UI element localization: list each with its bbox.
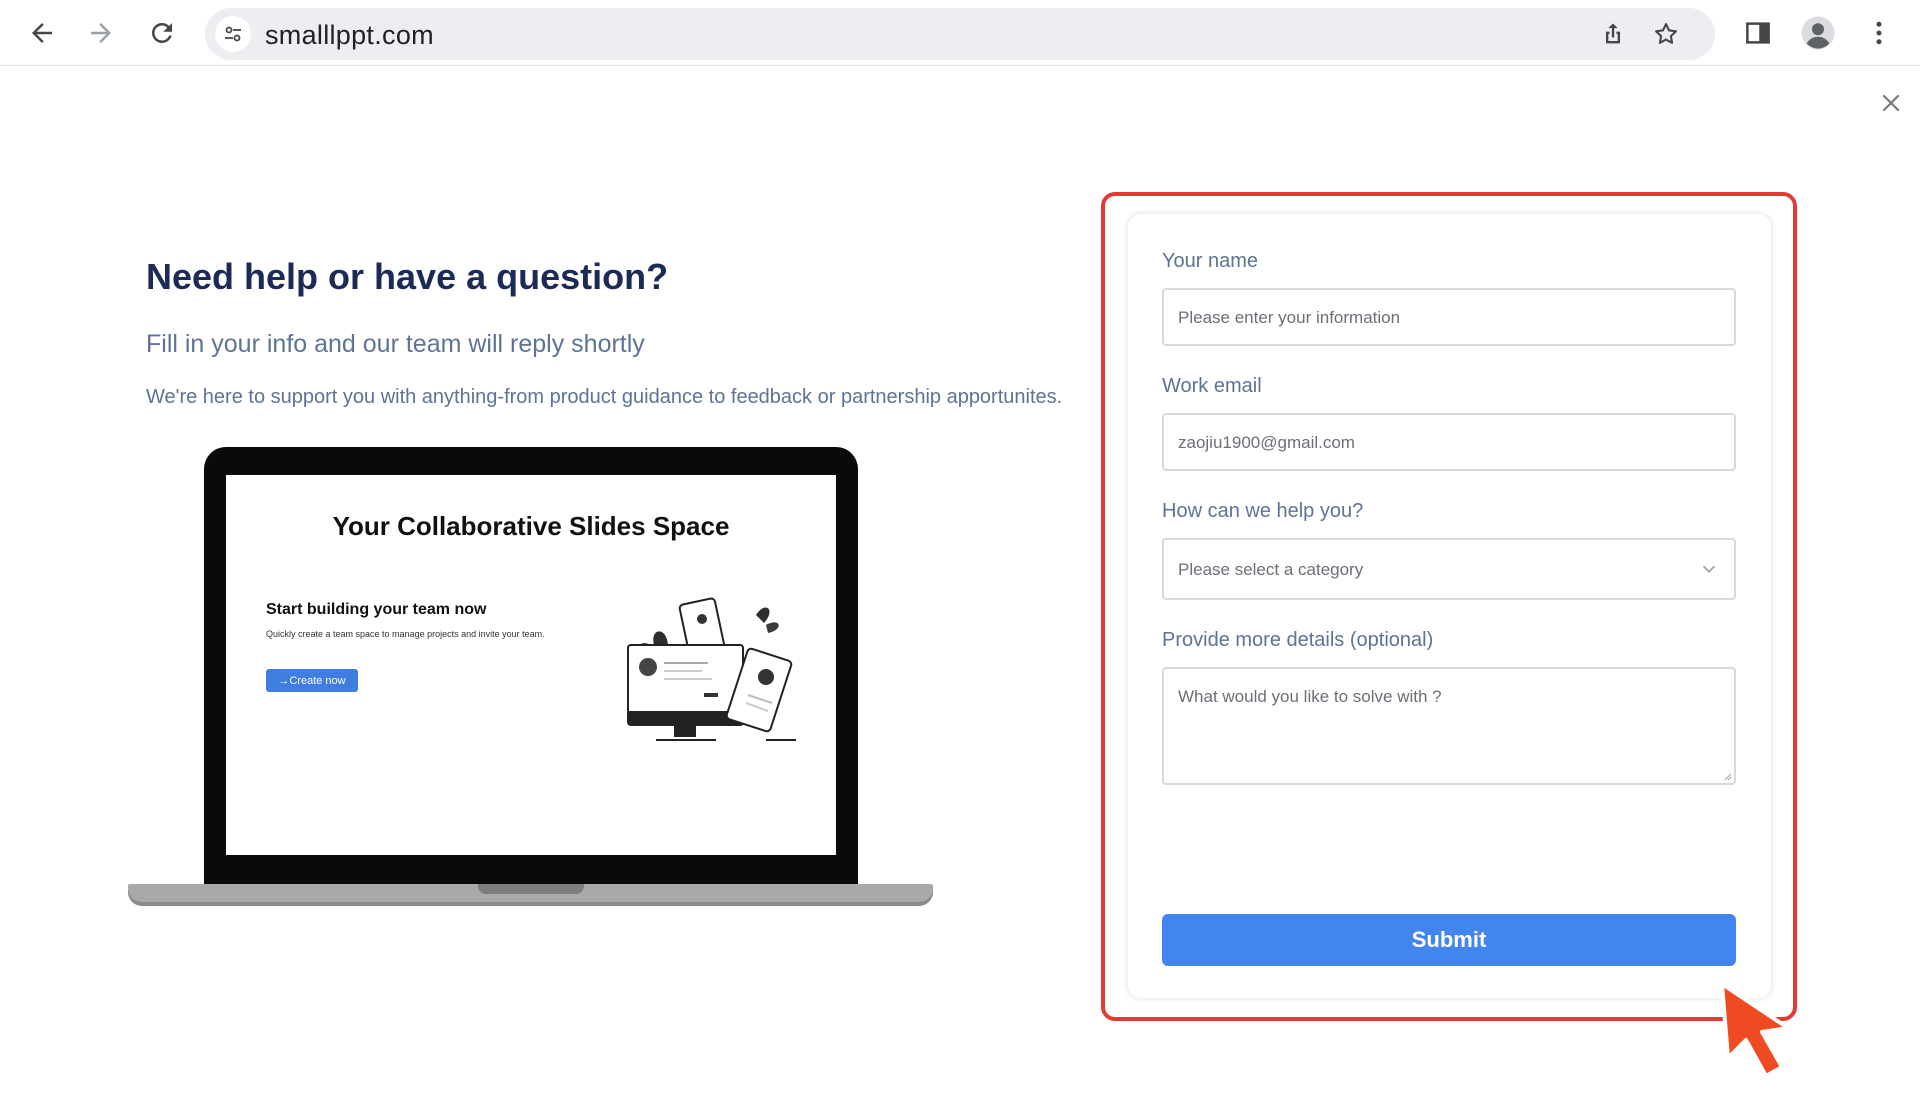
profile-icon[interactable]: [1798, 13, 1838, 53]
side-panel-icon[interactable]: [1738, 13, 1778, 53]
laptop-notch: [478, 884, 584, 894]
email-input[interactable]: zaojiu1900@gmail.com: [1162, 413, 1736, 471]
page-subheadline: Fill in your info and our team will repl…: [146, 330, 645, 358]
details-label: Provide more details (optional): [1162, 629, 1434, 651]
page-headline: Need help or have a question?: [146, 256, 669, 297]
preview-heading: Start building your team now: [266, 601, 487, 618]
email-value: zaojiu1900@gmail.com: [1178, 433, 1355, 452]
back-arrow-icon[interactable]: [22, 13, 62, 53]
name-label: Your name: [1162, 250, 1258, 272]
preview-create-button: →Create now: [266, 669, 358, 692]
details-placeholder: What would you like to solve with ?: [1178, 687, 1442, 706]
category-select[interactable]: Please select a category: [1162, 538, 1736, 600]
resize-grip-icon[interactable]: [1722, 771, 1732, 781]
mouse-cursor-icon: [1720, 982, 1790, 1078]
details-textarea[interactable]: What would you like to solve with ?: [1162, 667, 1736, 785]
email-label: Work email: [1162, 375, 1262, 397]
forward-arrow-icon[interactable]: [81, 13, 121, 53]
bookmark-star-icon[interactable]: [1650, 18, 1682, 50]
devices-illustration: [627, 597, 796, 741]
name-input[interactable]: Please enter your information: [1162, 288, 1736, 346]
url-text[interactable]: smalllppt.com: [265, 20, 434, 51]
share-icon[interactable]: [1597, 18, 1629, 50]
reload-icon[interactable]: [142, 13, 182, 53]
chevron-down-icon: [1702, 565, 1716, 573]
more-menu-icon[interactable]: [1859, 13, 1899, 53]
submit-button[interactable]: Submit: [1162, 914, 1736, 966]
preview-description: Quickly create a team space to manage pr…: [266, 629, 545, 639]
help-label: How can we help you?: [1162, 500, 1364, 522]
site-info-icon[interactable]: [215, 16, 251, 52]
preview-title: Your Collaborative Slides Space: [332, 511, 730, 541]
support-text: We're here to support you with anything-…: [146, 386, 1063, 408]
address-bar[interactable]: smalllppt.com: [205, 8, 1715, 60]
category-selected-value: Please select a category: [1178, 560, 1364, 579]
laptop-screen: Your Collaborative Slides Space Start bu…: [226, 475, 836, 855]
close-icon[interactable]: [1876, 88, 1906, 118]
name-placeholder: Please enter your information: [1178, 308, 1401, 327]
laptop-illustration: Your Collaborative Slides Space Start bu…: [204, 447, 858, 887]
contact-form: Your name Please enter your information …: [1127, 213, 1772, 999]
browser-toolbar: smalllppt.com: [0, 0, 1920, 66]
